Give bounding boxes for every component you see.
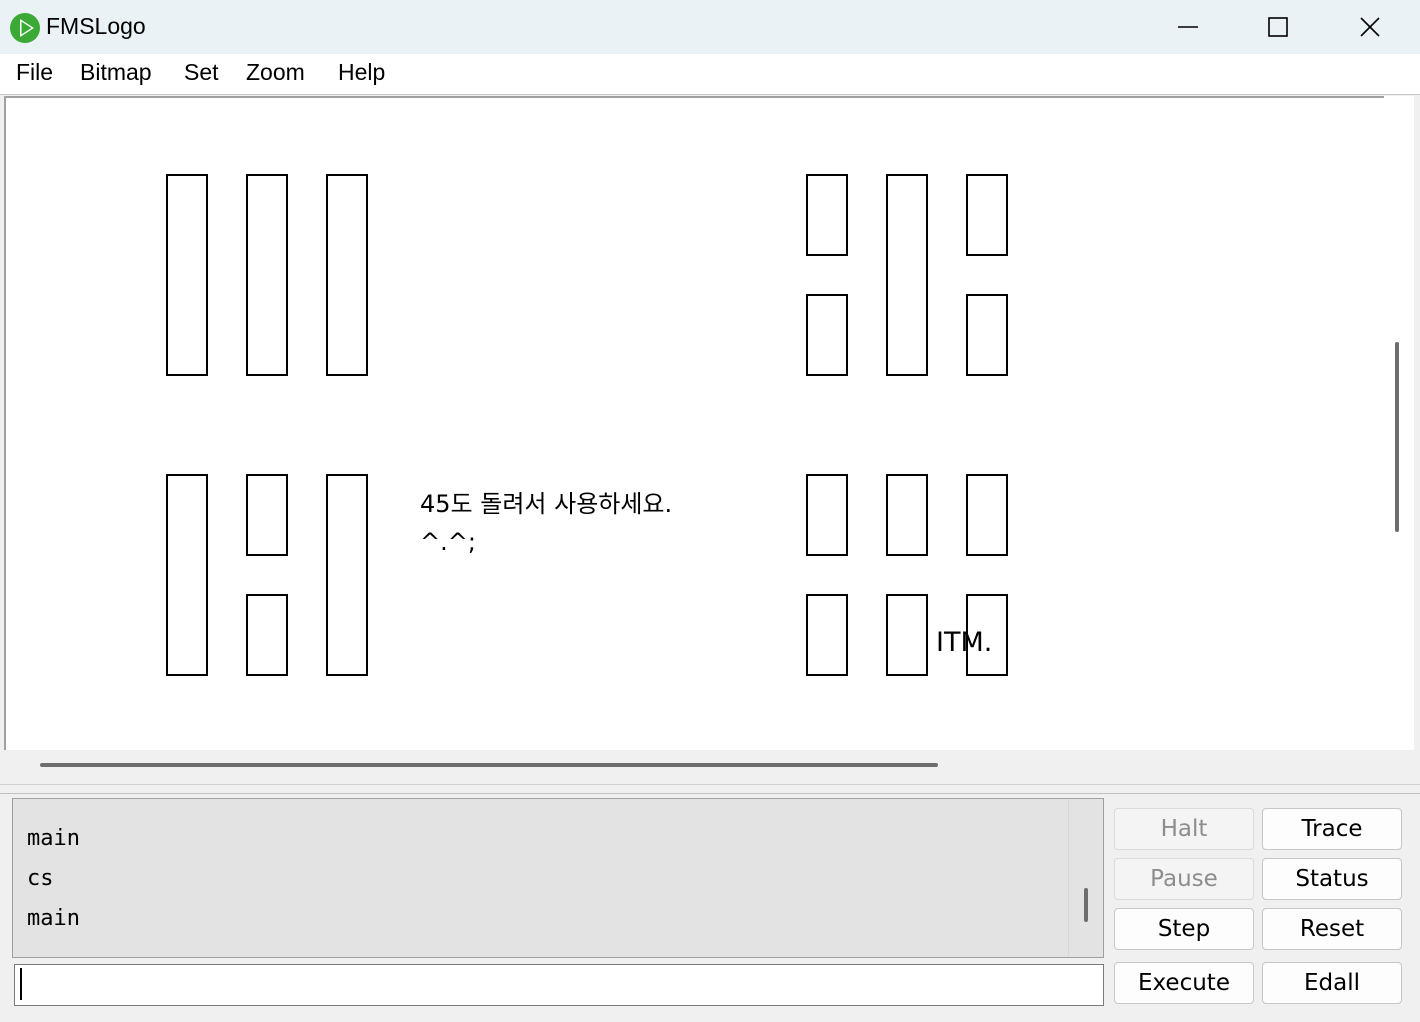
drawn-rectangle [886,174,928,376]
halt-button[interactable]: Halt [1114,808,1254,850]
drawn-rectangle [326,474,368,676]
edall-button[interactable]: Edall [1262,962,1402,1004]
drawn-rectangle [166,474,208,676]
canvas-text-instruction: 45도 돌려서 사용하세요. [420,490,672,518]
drawn-rectangle [806,474,848,556]
command-input[interactable] [14,964,1104,1006]
drawn-rectangle [246,174,288,376]
pause-button[interactable]: Pause [1114,858,1254,900]
trace-button[interactable]: Trace [1262,808,1402,850]
reset-button[interactable]: Reset [1262,908,1402,950]
title-bar: FMSLogo [0,0,1420,54]
drawn-rectangle [886,594,928,676]
drawn-rectangle [966,174,1008,256]
drawn-rectangle [806,294,848,376]
history-line[interactable]: main [27,899,80,939]
menu-file[interactable]: File [16,59,53,86]
menu-help[interactable]: Help [338,59,385,86]
menu-zoom[interactable]: Zoom [246,59,305,86]
drawn-rectangle [166,174,208,376]
text-caret [20,968,22,1000]
turtle-graphics: 45도 돌려서 사용하세요. ^.^; ITM. [166,174,1008,676]
drawn-rectangle [246,594,288,676]
drawn-rectangle [966,294,1008,376]
canvas-vertical-scroll-thumb[interactable] [1395,342,1399,532]
drawn-rectangle [806,594,848,676]
pane-splitter[interactable] [0,784,1420,794]
drawn-rectangle [326,174,368,376]
window-title: FMSLogo [46,13,146,39]
drawn-rectangle [966,474,1008,556]
menu-bar: File Bitmap Set Zoom Help [0,54,1420,95]
step-button[interactable]: Step [1114,908,1254,950]
close-button[interactable] [1324,0,1416,54]
history-scroll-thumb[interactable] [1084,888,1088,922]
command-history[interactable]: main cs main [12,798,1104,958]
maximize-icon [1268,17,1288,37]
history-line[interactable]: cs [27,859,80,899]
menu-bitmap[interactable]: Bitmap [80,59,152,86]
status-button[interactable]: Status [1262,858,1402,900]
drawn-rectangle [886,474,928,556]
canvas-text-signature: ITM. [936,627,992,658]
menu-set[interactable]: Set [184,59,219,86]
drawn-rectangle [806,174,848,256]
close-icon [1360,17,1380,37]
canvas-horizontal-scroll-thumb[interactable] [40,763,938,767]
execute-button[interactable]: Execute [1114,962,1254,1004]
history-scrollbar[interactable] [1068,800,1069,956]
minimize-icon [1178,26,1198,28]
history-line[interactable]: main [27,819,80,859]
maximize-button[interactable] [1232,0,1324,54]
fmslogo-app-icon [10,13,40,43]
canvas-vertical-scrollbar[interactable] [1384,96,1414,750]
canvas-text-emoticon: ^.^; [420,528,476,556]
drawn-rectangle [246,474,288,556]
minimize-button[interactable] [1142,0,1234,54]
